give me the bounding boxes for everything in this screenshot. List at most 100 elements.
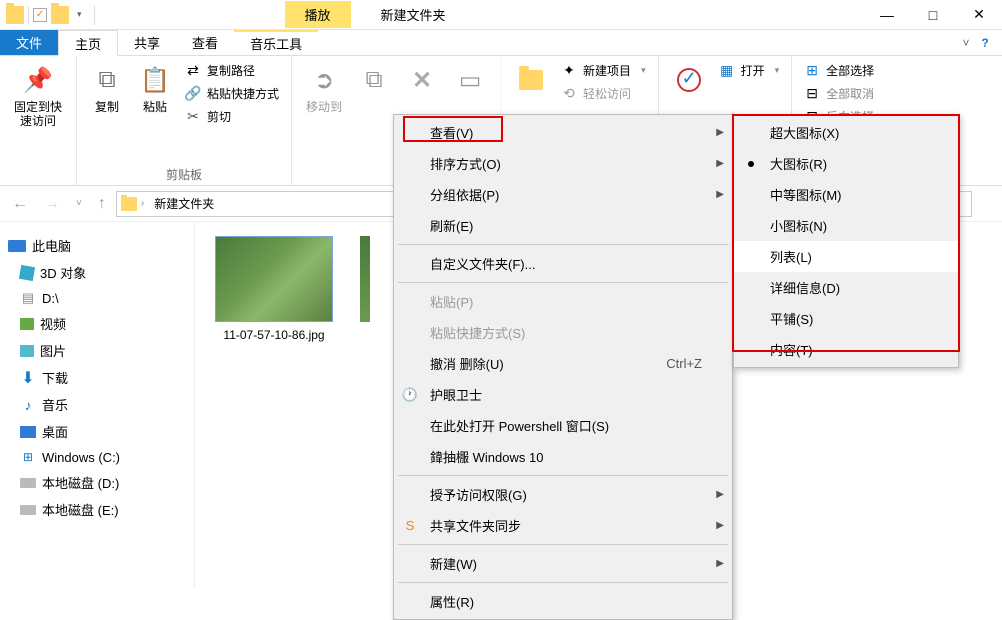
chevron-right-icon: ▶ bbox=[716, 558, 724, 569]
open-button[interactable]: ▦打开▾ bbox=[715, 60, 784, 81]
copy-to-button[interactable]: ⧉ bbox=[352, 60, 396, 183]
tree-item-desktop[interactable]: 桌面 bbox=[6, 418, 188, 445]
tree-item-downloads[interactable]: ⬇下载 bbox=[6, 364, 188, 391]
tree-item-pictures[interactable]: 图片 bbox=[6, 337, 188, 364]
cut-button[interactable]: ✂剪切 bbox=[181, 106, 283, 127]
select-all-button[interactable]: ⊞全部选择 bbox=[800, 60, 878, 81]
nav-forward-button[interactable]: → bbox=[40, 193, 64, 215]
chevron-right-icon: ▶ bbox=[716, 489, 724, 500]
bullet-icon bbox=[748, 161, 754, 167]
chevron-right-icon: ▶ bbox=[716, 158, 724, 169]
title-bar: ✓ ▾ 播放 新建文件夹 — □ ✕ bbox=[0, 0, 1002, 30]
folder-icon[interactable] bbox=[6, 6, 24, 24]
new-item-icon: ✦ bbox=[561, 63, 577, 79]
menu-item-sort[interactable]: 排序方式(O)▶ bbox=[394, 148, 732, 179]
easy-access-button[interactable]: ⟲轻松访问 bbox=[557, 83, 650, 104]
tree-item-windows-c[interactable]: ⊞Windows (C:) bbox=[6, 445, 188, 469]
desktop-icon bbox=[20, 426, 36, 438]
menu-item-small-icons[interactable]: 小图标(N) bbox=[734, 210, 958, 241]
qat-dropdown-icon[interactable]: ▾ bbox=[73, 9, 86, 20]
menu-item-details[interactable]: 详细信息(D) bbox=[734, 272, 958, 303]
nav-history-dropdown[interactable]: ˅ bbox=[72, 196, 86, 211]
menu-item-tiles[interactable]: 平铺(S) bbox=[734, 303, 958, 334]
chevron-right-icon: ▶ bbox=[716, 127, 724, 138]
minimize-button[interactable]: — bbox=[864, 0, 910, 30]
shortcut-icon: 🔗 bbox=[185, 86, 201, 102]
copy-button[interactable]: ⧉ 复制 bbox=[85, 60, 129, 164]
menu-item-view[interactable]: 查看(V)▶ bbox=[394, 117, 732, 148]
thumbnail-image bbox=[215, 236, 333, 322]
drive-icon bbox=[20, 505, 36, 515]
tree-item-3d-objects[interactable]: 3D 对象 bbox=[6, 259, 188, 286]
file-name: 11-07-57-10-86.jpg bbox=[223, 328, 324, 344]
tab-file[interactable]: 文件 bbox=[0, 30, 58, 55]
paste-button[interactable]: 📋 粘贴 bbox=[133, 60, 177, 164]
menu-item-group[interactable]: 分组依据(P)▶ bbox=[394, 179, 732, 210]
menu-item-powershell[interactable]: 在此处打开 Powershell 窗口(S) bbox=[394, 410, 732, 441]
tree-item-this-pc[interactable]: 此电脑 bbox=[6, 232, 188, 259]
menu-item-content[interactable]: 内容(T) bbox=[734, 334, 958, 365]
tree-item-local-d[interactable]: 本地磁盘 (D:) bbox=[6, 469, 188, 496]
window-controls: — □ ✕ bbox=[864, 0, 1002, 30]
quick-access-toolbar: ✓ ▾ bbox=[0, 5, 105, 25]
copy-path-button[interactable]: ⇄复制路径 bbox=[181, 60, 283, 81]
tree-item-d-drive[interactable]: ▤D:\ bbox=[6, 286, 188, 310]
tab-view[interactable]: 查看 bbox=[176, 30, 234, 55]
tab-music-tools[interactable]: 音乐工具 bbox=[234, 30, 318, 55]
rename-icon: ▭ bbox=[454, 64, 486, 96]
contextual-tab-play: 播放 bbox=[285, 1, 351, 28]
check-icon[interactable]: ✓ bbox=[33, 8, 47, 22]
menu-item-new[interactable]: 新建(W)▶ bbox=[394, 548, 732, 579]
nav-up-button[interactable]: ↑ bbox=[94, 193, 110, 215]
folder-icon[interactable] bbox=[51, 6, 69, 24]
context-menu-main: 查看(V)▶ 排序方式(O)▶ 分组依据(P)▶ 刷新(E) 自定义文件夹(F)… bbox=[393, 114, 733, 620]
menu-item-eye-guard[interactable]: 🕐护眼卫士 bbox=[394, 379, 732, 410]
tree-item-music[interactable]: ♪音乐 bbox=[6, 391, 188, 418]
chevron-right-icon[interactable]: › bbox=[141, 198, 144, 209]
pin-icon: 📌 bbox=[22, 64, 54, 96]
open-icon: ▦ bbox=[719, 63, 735, 79]
tree-item-local-e[interactable]: 本地磁盘 (E:) bbox=[6, 496, 188, 523]
ribbon-expand-icon[interactable]: ˅ bbox=[954, 30, 978, 55]
menu-item-grant-access[interactable]: 授予访问权限(G)▶ bbox=[394, 479, 732, 510]
drive-icon: ▤ bbox=[20, 290, 36, 306]
menu-item-extra-large-icons[interactable]: 超大图标(X) bbox=[734, 117, 958, 148]
menu-item-list[interactable]: 列表(L) bbox=[734, 241, 958, 272]
check-circle-icon bbox=[673, 64, 705, 96]
menu-separator bbox=[398, 475, 728, 476]
menu-item-windows10[interactable]: 鍏抽棴 Windows 10 bbox=[394, 441, 732, 472]
tab-home[interactable]: 主页 bbox=[58, 30, 118, 56]
breadcrumb-segment[interactable]: 新建文件夹 bbox=[148, 193, 220, 214]
window-title: 新建文件夹 bbox=[381, 5, 446, 24]
download-icon: ⬇ bbox=[20, 370, 36, 386]
close-button[interactable]: ✕ bbox=[956, 0, 1002, 30]
menu-item-undo-delete[interactable]: 撤消 删除(U)Ctrl+Z bbox=[394, 348, 732, 379]
pin-quick-access-button[interactable]: 📌 固定到快 速访问 bbox=[8, 60, 68, 183]
file-thumbnail[interactable]: 11-07-57-10-86.jpg bbox=[209, 236, 339, 344]
menu-separator bbox=[398, 544, 728, 545]
shield-icon: 🕐 bbox=[402, 387, 418, 403]
file-thumbnail-partial[interactable] bbox=[359, 236, 371, 322]
sync-icon: S bbox=[402, 518, 418, 534]
menu-item-customize[interactable]: 自定义文件夹(F)... bbox=[394, 248, 732, 279]
help-icon[interactable]: ? bbox=[978, 30, 1002, 55]
maximize-button[interactable]: □ bbox=[910, 0, 956, 30]
move-icon: ➲ bbox=[308, 64, 340, 96]
context-menu-view-submenu: 超大图标(X) 大图标(R) 中等图标(M) 小图标(N) 列表(L) 详细信息… bbox=[733, 114, 959, 368]
menu-separator bbox=[398, 282, 728, 283]
paste-shortcut-button[interactable]: 🔗粘贴快捷方式 bbox=[181, 83, 283, 104]
menu-item-medium-icons[interactable]: 中等图标(M) bbox=[734, 179, 958, 210]
move-to-button[interactable]: ➲ 移动到 bbox=[300, 60, 348, 183]
menu-item-sync-folder[interactable]: S共享文件夹同步▶ bbox=[394, 510, 732, 541]
deselect-button[interactable]: ⊟全部取消 bbox=[800, 83, 878, 104]
menu-item-refresh[interactable]: 刷新(E) bbox=[394, 210, 732, 241]
scissors-icon: ✂ bbox=[185, 109, 201, 125]
menu-item-properties[interactable]: 属性(R) bbox=[394, 586, 732, 617]
menu-separator bbox=[398, 582, 728, 583]
keyboard-shortcut: Ctrl+Z bbox=[666, 356, 702, 371]
menu-item-large-icons[interactable]: 大图标(R) bbox=[734, 148, 958, 179]
tree-item-videos[interactable]: 视频 bbox=[6, 310, 188, 337]
nav-back-button[interactable]: ← bbox=[8, 193, 32, 215]
new-item-button[interactable]: ✦新建项目▾ bbox=[557, 60, 650, 81]
tab-share[interactable]: 共享 bbox=[118, 30, 176, 55]
